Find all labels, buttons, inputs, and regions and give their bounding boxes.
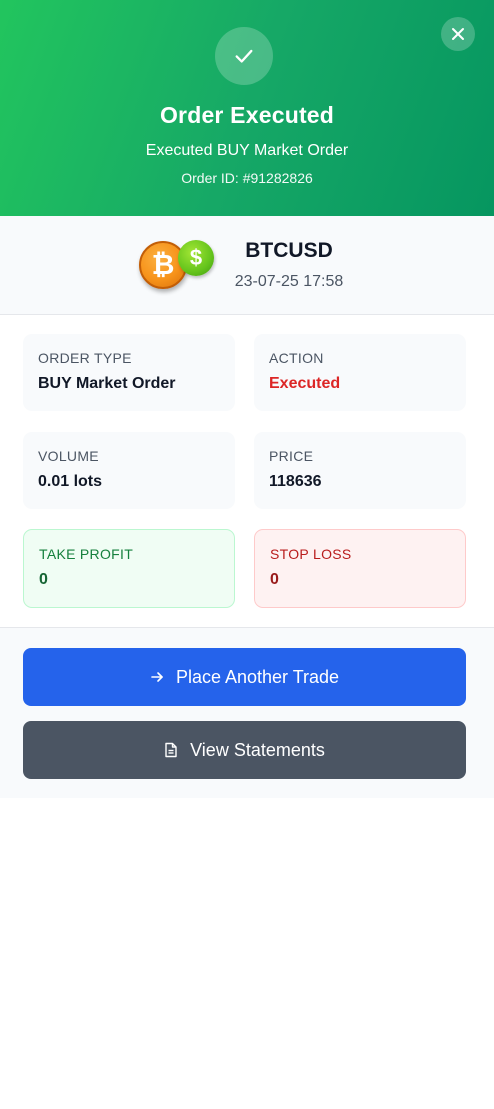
dollar-glyph: $: [189, 245, 203, 270]
check-icon: [235, 49, 253, 63]
close-button[interactable]: [441, 17, 475, 51]
close-icon: [452, 28, 464, 40]
success-badge: [215, 27, 273, 85]
take-profit-card: TAKE PROFIT 0: [23, 529, 235, 608]
view-statements-label: View Statements: [190, 739, 325, 760]
dollar-icon: $: [178, 240, 214, 276]
price-label: PRICE: [269, 448, 314, 464]
take-profit-label: TAKE PROFIT: [39, 546, 134, 562]
order-type-value: BUY Market Order: [38, 375, 176, 392]
stop-loss-label: STOP LOSS: [270, 546, 352, 562]
take-profit-value: 0: [39, 571, 48, 588]
price-value: 118636: [269, 473, 322, 490]
bitcoin-glyph: ₿: [151, 249, 175, 280]
page-title: Order Executed: [159, 102, 335, 128]
order-type-card: ORDER TYPE BUY Market Order: [23, 334, 235, 411]
arrow-right-icon: [150, 670, 164, 684]
document-icon: [164, 742, 178, 758]
action-value: Executed: [269, 375, 341, 392]
action-card: ACTION Executed: [254, 334, 466, 411]
order-executed-header: Order Executed Executed BUY Market Order…: [0, 0, 494, 216]
place-another-trade-button[interactable]: Place Another Trade: [23, 648, 466, 706]
volume-label: VOLUME: [38, 448, 99, 464]
action-label: ACTION: [269, 350, 324, 366]
volume-card: VOLUME 0.01 lots: [23, 432, 235, 509]
stop-loss-value: 0: [270, 571, 279, 588]
order-type-label: ORDER TYPE: [38, 350, 132, 366]
stop-loss-card: STOP LOSS 0: [254, 529, 466, 608]
symbol-bar: ₿ $ BTCUSD 23-07-25 17:58: [0, 216, 494, 315]
order-datetime: 23-07-25 17:58: [234, 273, 344, 290]
volume-value: 0.01 lots: [38, 473, 103, 490]
action-panel: Place Another Trade View Statements: [0, 627, 494, 798]
place-another-trade-label: Place Another Trade: [175, 666, 340, 687]
symbol-name: BTCUSD: [245, 239, 333, 262]
order-id: Order ID: #91282826: [181, 170, 313, 186]
order-subtitle: Executed BUY Market Order: [145, 142, 349, 159]
view-statements-button[interactable]: View Statements: [23, 721, 466, 779]
price-card: PRICE 118636: [254, 432, 466, 509]
